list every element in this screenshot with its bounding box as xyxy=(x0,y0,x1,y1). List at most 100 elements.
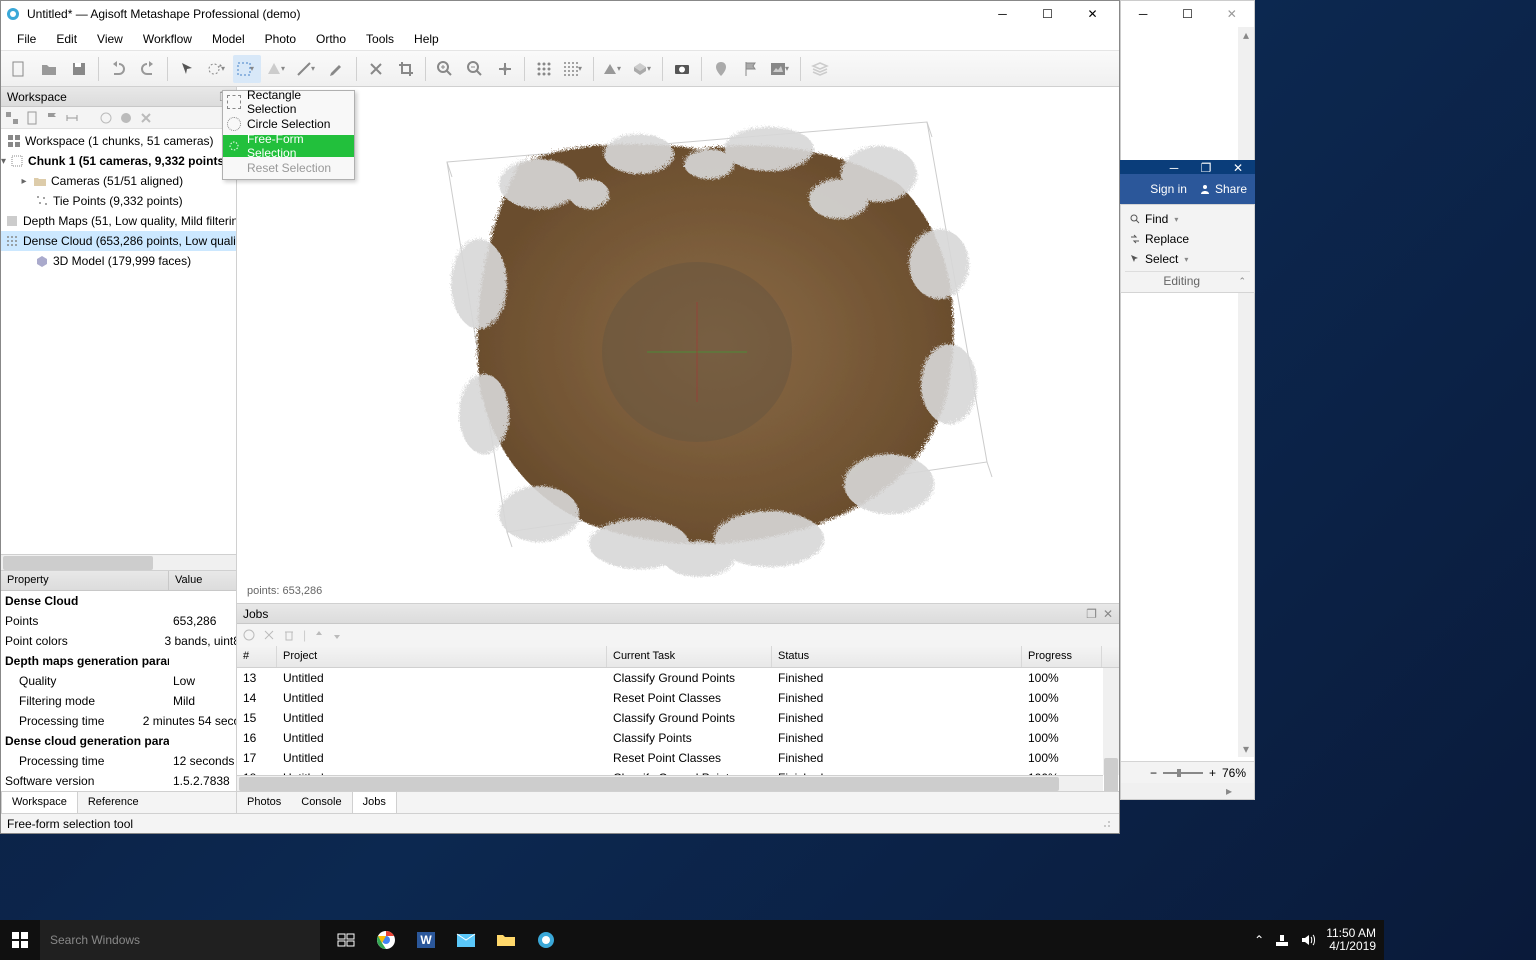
job-row[interactable]: 17UntitledReset Point ClassesFinished100… xyxy=(237,748,1119,768)
word-signin-link[interactable]: Sign in xyxy=(1150,182,1187,196)
word-select-button[interactable]: Select▾ xyxy=(1125,249,1250,269)
add-chunk-icon[interactable] xyxy=(25,111,39,125)
tab-reference[interactable]: Reference xyxy=(78,792,149,813)
tab-console[interactable]: Console xyxy=(291,792,351,813)
tray-clock[interactable]: 11:50 AM 4/1/2019 xyxy=(1326,927,1376,953)
dropdown-freeform-selection[interactable]: Free-Form Selection xyxy=(223,135,354,157)
measure-button[interactable]: ▾ xyxy=(293,55,321,83)
save-button[interactable] xyxy=(65,55,93,83)
tree-tiepoints[interactable]: Tie Points (9,332 points) xyxy=(1,191,236,211)
properties-header[interactable]: Property Value xyxy=(1,571,236,591)
property-row[interactable]: Point colors3 bands, uint8 xyxy=(1,631,236,651)
word-maximize-button[interactable]: ☐ xyxy=(1165,1,1209,27)
word-editing-group[interactable]: Editing ⌃ xyxy=(1125,271,1250,288)
job-row[interactable]: 14UntitledReset Point ClassesFinished100… xyxy=(237,688,1119,708)
workspace-panel-header[interactable]: Workspace ❐ xyxy=(1,87,236,107)
close-button[interactable]: ✕ xyxy=(1070,1,1115,27)
col-status[interactable]: Status xyxy=(772,646,1022,667)
rotate-button[interactable]: ▾ xyxy=(203,55,231,83)
col-number[interactable]: # xyxy=(237,646,277,667)
word-close-button[interactable]: ✕ xyxy=(1210,1,1254,27)
workspace-tree[interactable]: Workspace (1 chunks, 51 cameras) ▾ Chunk… xyxy=(1,129,236,554)
show-model-button[interactable]: ▾ xyxy=(599,55,627,83)
property-row[interactable]: Dense Cloud xyxy=(1,591,236,611)
new-button[interactable] xyxy=(5,55,33,83)
word-close-icon[interactable]: ✕ xyxy=(1223,161,1253,173)
jobs-play-icon[interactable] xyxy=(243,629,255,641)
taskbar-word[interactable]: W xyxy=(406,920,446,960)
show-cameras-button[interactable] xyxy=(530,55,558,83)
remove-icon[interactable] xyxy=(139,111,153,125)
taskbar-metashape[interactable] xyxy=(526,920,566,960)
word-zoom-in[interactable]: + xyxy=(1209,766,1216,780)
tray-volume-icon[interactable] xyxy=(1300,932,1316,948)
maximize-button[interactable]: ☐ xyxy=(1025,1,1070,27)
taskbar-explorer[interactable] xyxy=(486,920,526,960)
property-row[interactable]: Processing time2 minutes 54 seconds xyxy=(1,711,236,731)
enable-icon[interactable] xyxy=(99,111,113,125)
word-find-button[interactable]: Find▾ xyxy=(1125,209,1250,229)
menu-file[interactable]: File xyxy=(7,29,46,49)
system-tray[interactable]: ⌃ 11:50 AM 4/1/2019 xyxy=(1246,927,1384,953)
property-row[interactable]: Points653,286 xyxy=(1,611,236,631)
tree-depthmaps[interactable]: Depth Maps (51, Low quality, Mild filter… xyxy=(1,211,236,231)
redo-button[interactable] xyxy=(134,55,162,83)
tray-chevron-icon[interactable]: ⌃ xyxy=(1254,933,1264,947)
add-scalebar-icon[interactable] xyxy=(65,111,79,125)
jobs-up-icon[interactable] xyxy=(314,629,324,641)
word-vertical-scrollbar[interactable]: ▴ ▾ xyxy=(1238,27,1254,757)
property-row[interactable]: QualityLow xyxy=(1,671,236,691)
task-view-button[interactable] xyxy=(326,920,366,960)
zoom-out-button[interactable] xyxy=(461,55,489,83)
crop-button[interactable] xyxy=(392,55,420,83)
property-row[interactable]: Software version1.5.2.7838 xyxy=(1,771,236,791)
tree-3dmodel[interactable]: 3D Model (179,999 faces) xyxy=(1,251,236,271)
region-button[interactable]: ▾ xyxy=(263,55,291,83)
tray-network-icon[interactable] xyxy=(1274,932,1290,948)
property-row[interactable]: Processing time12 seconds xyxy=(1,751,236,771)
show-dense-button[interactable]: ▾ xyxy=(560,55,588,83)
undo-button[interactable] xyxy=(104,55,132,83)
tree-chunk[interactable]: ▾ Chunk 1 (51 cameras, 9,332 points) [R] xyxy=(1,151,236,171)
image-button[interactable]: ▾ xyxy=(767,55,795,83)
col-project[interactable]: Project xyxy=(277,646,607,667)
word-restore-icon[interactable]: ❐ xyxy=(1191,161,1221,173)
titlebar[interactable]: Untitled* — Agisoft Metashape Profession… xyxy=(1,1,1119,27)
disable-icon[interactable] xyxy=(119,111,133,125)
jobs-close-icon[interactable]: ✕ xyxy=(1103,607,1113,621)
taskbar-chrome[interactable] xyxy=(366,920,406,960)
jobs-table-header[interactable]: # Project Current Task Status Progress xyxy=(237,646,1119,668)
jobs-hscrollbar[interactable] xyxy=(237,775,1103,791)
navigate-button[interactable] xyxy=(173,55,201,83)
menu-model[interactable]: Model xyxy=(202,29,255,49)
word-minimize-button[interactable]: ─ xyxy=(1121,1,1165,27)
tree-hscrollbar[interactable] xyxy=(1,554,236,570)
word-horizontal-scrollbar[interactable]: ▸ xyxy=(1121,783,1254,799)
property-row[interactable]: Dense cloud generation parameters xyxy=(1,731,236,751)
show-ortho-button[interactable]: ▾ xyxy=(629,55,657,83)
jobs-cancel-icon[interactable] xyxy=(263,629,275,641)
word-collapse-ribbon-icon[interactable]: ⌃ xyxy=(1238,276,1246,287)
3d-viewport[interactable]: Y X points: 653,286 xyxy=(237,87,1119,603)
dropdown-rectangle-selection[interactable]: Rectangle Selection xyxy=(223,91,354,113)
jobs-dock-icon[interactable]: ❐ xyxy=(1086,607,1097,621)
taskbar-mail[interactable] xyxy=(446,920,486,960)
col-progress[interactable]: Progress xyxy=(1022,646,1102,667)
layers-button[interactable] xyxy=(806,55,834,83)
reset-view-button[interactable] xyxy=(491,55,519,83)
markers-button[interactable] xyxy=(707,55,735,83)
flag-button[interactable] xyxy=(737,55,765,83)
word-share-button[interactable]: Share xyxy=(1199,182,1247,196)
delete-button[interactable] xyxy=(362,55,390,83)
open-button[interactable] xyxy=(35,55,63,83)
word-replace-button[interactable]: Replace xyxy=(1125,229,1250,249)
menu-help[interactable]: Help xyxy=(404,29,449,49)
camera-button[interactable] xyxy=(668,55,696,83)
draw-button[interactable] xyxy=(323,55,351,83)
jobs-header[interactable]: Jobs ❐ ✕ xyxy=(237,604,1119,624)
menu-view[interactable]: View xyxy=(87,29,133,49)
job-row[interactable]: 13UntitledClassify Ground PointsFinished… xyxy=(237,668,1119,688)
menu-edit[interactable]: Edit xyxy=(46,29,87,49)
minimize-button[interactable]: ─ xyxy=(980,1,1025,27)
tree-densecloud[interactable]: Dense Cloud (653,286 points, Low quality… xyxy=(1,231,236,251)
